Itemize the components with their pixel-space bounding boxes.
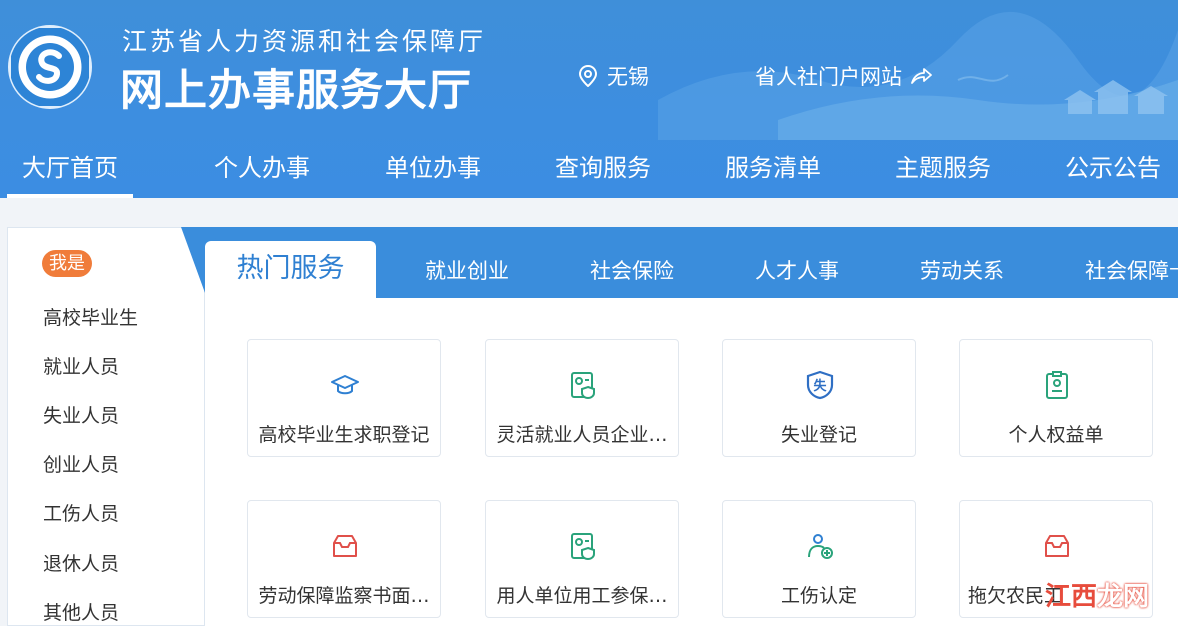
tab-social-security-card[interactable]: 社会保障卡 [1085, 255, 1178, 285]
role-entrepreneur[interactable]: 创业人员 [43, 450, 119, 477]
injured-person-icon [808, 534, 833, 559]
service-card-personal-rights[interactable]: 个人权益单 [959, 339, 1153, 457]
graduation-cap-icon [331, 375, 359, 395]
watermark-part-a: 江西 [1045, 582, 1098, 612]
nav-topic[interactable]: 主题服务 [895, 148, 991, 183]
location-pin-icon [579, 65, 597, 87]
inbox-tray-icon [1045, 535, 1069, 557]
unemployment-shield-icon: 失 [806, 370, 834, 400]
role-unemployed[interactable]: 失业人员 [43, 401, 119, 428]
portal-link[interactable]: 省人社门户网站 [755, 61, 932, 91]
role-employed[interactable]: 就业人员 [43, 352, 119, 379]
service-card-labor-inspection[interactable]: 劳动保障监察书面… [247, 500, 441, 618]
service-card-graduate-registration[interactable]: 高校毕业生求职登记 [247, 339, 441, 457]
svg-text:失: 失 [813, 378, 827, 394]
clipboard-person-icon [1046, 371, 1068, 399]
tab-labor-relations[interactable]: 劳动关系 [920, 255, 1004, 285]
nav-active-indicator [7, 194, 133, 198]
card-label: 个人权益单 [1008, 424, 1104, 446]
watermark-part-b: 龙网 [1097, 582, 1150, 612]
tab-talent[interactable]: 人才人事 [755, 255, 839, 285]
tab-hot-services[interactable]: 热门服务 [205, 241, 376, 298]
location-label: 无锡 [607, 65, 649, 89]
card-label: 灵活就业人员企业… [496, 424, 668, 446]
role-badge: 我是 [42, 250, 92, 277]
share-arrow-icon [911, 68, 932, 84]
tab-employment[interactable]: 就业创业 [425, 255, 509, 285]
role-retired[interactable]: 退休人员 [43, 549, 119, 576]
card-label: 用人单位用工参保… [496, 585, 668, 607]
service-card-work-injury[interactable]: 工伤认定 [722, 500, 916, 618]
main-nav: 大厅首页 个人办事 单位办事 查询服务 服务清单 主题服务 公示公告 [0, 140, 1178, 198]
site-watermark: 江西龙网 [1045, 576, 1149, 613]
card-label: 工伤认定 [780, 585, 857, 607]
role-work-injury[interactable]: 工伤人员 [43, 499, 119, 526]
ministry-logo[interactable] [8, 25, 92, 109]
nav-service-list[interactable]: 服务清单 [725, 148, 821, 183]
card-label: 高校毕业生求职登记 [258, 424, 430, 446]
card-label: 劳动保障监察书面… [258, 585, 430, 607]
nav-home[interactable]: 大厅首页 [22, 148, 118, 183]
nav-announcements[interactable]: 公示公告 [1065, 148, 1161, 183]
header: 江苏省人力资源和社会保障厅 网上办事服务大厅 无锡 省人社门户网站 大厅首页 个… [0, 0, 1178, 198]
role-sidebar: 我是 高校毕业生 就业人员 失业人员 创业人员 工伤人员 退休人员 其他人员 [7, 227, 205, 626]
card-label: 失业登记 [780, 424, 857, 446]
portal-label: 省人社门户网站 [755, 65, 902, 89]
org-name: 江苏省人力资源和社会保障厅 [122, 27, 487, 56]
inbox-tray-icon [333, 535, 357, 557]
location-selector[interactable]: 无锡 [579, 61, 649, 91]
hall-title: 网上办事服务大厅 [120, 66, 472, 116]
service-card-flexible-employment[interactable]: 灵活就业人员企业… [485, 339, 679, 457]
role-other[interactable]: 其他人员 [43, 598, 119, 625]
nav-query[interactable]: 查询服务 [555, 148, 651, 183]
tab-social-insurance[interactable]: 社会保险 [590, 255, 674, 285]
nav-employer[interactable]: 单位办事 [385, 148, 481, 183]
nav-personal[interactable]: 个人办事 [214, 148, 310, 183]
id-card-shield-icon [571, 372, 595, 400]
id-card-shield-icon [571, 533, 595, 561]
role-graduates[interactable]: 高校毕业生 [43, 303, 138, 330]
service-card-employer-insurance[interactable]: 用人单位用工参保… [485, 500, 679, 618]
service-card-unemployment-registration[interactable]: 失 失业登记 [722, 339, 916, 457]
